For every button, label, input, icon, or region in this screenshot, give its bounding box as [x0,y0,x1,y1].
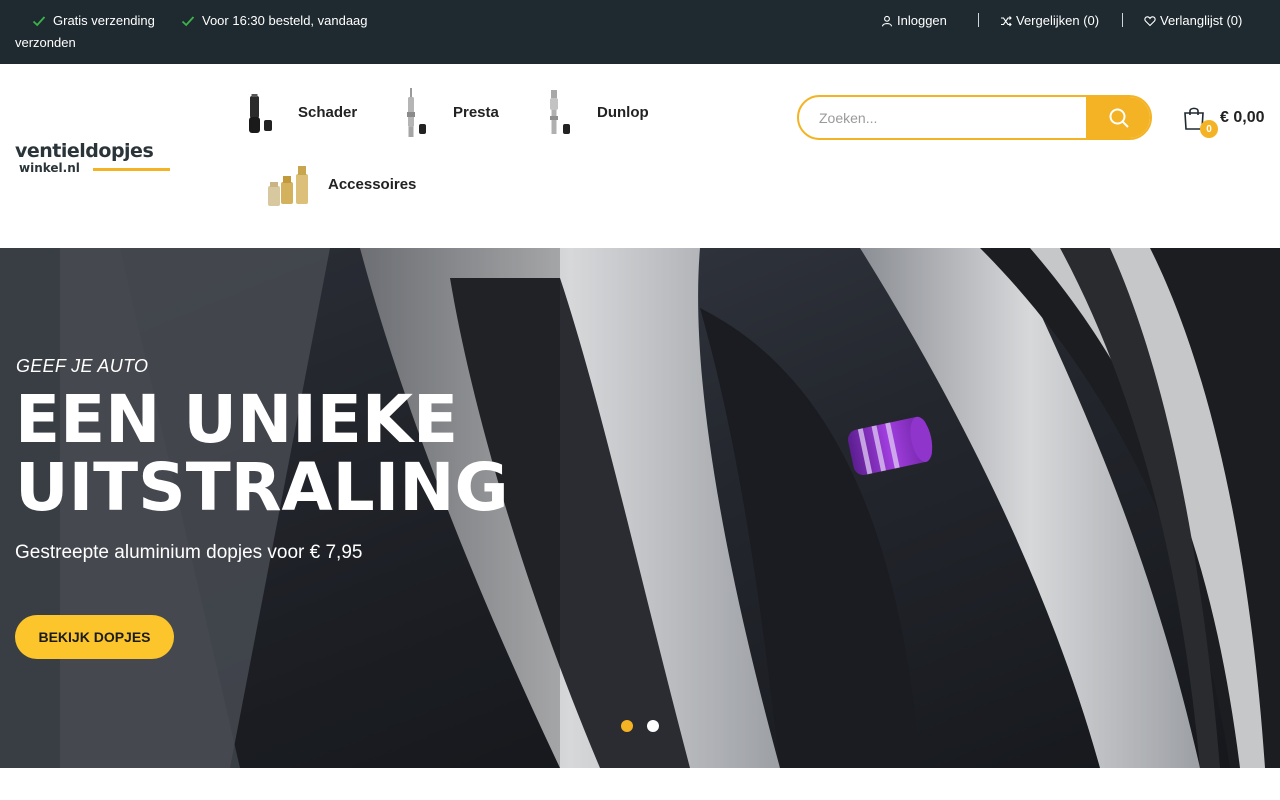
usp-shipping: Gratis verzending [32,13,155,28]
shopping-bag-icon: 0 [1182,105,1218,138]
user-icon [881,15,893,26]
search-box [797,95,1152,140]
view-caps-button[interactable]: BEKIJK DOPJES [15,615,174,659]
logo-underline [93,168,170,171]
wishlist-label: Verlanglijst (0) [1160,13,1243,28]
hero-title-line: UITSTRALING [15,449,509,526]
logo[interactable]: ventieldopjes winkel.nl [15,140,175,184]
shuffle-icon [1001,15,1012,26]
nav-item-schader[interactable]: Schader [236,84,357,140]
check-icon [181,15,195,26]
divider [1122,13,1123,27]
slider-dot-1[interactable] [621,720,633,732]
cart-total: € 0,00 [1220,109,1265,126]
divider [978,13,979,27]
cart-count-badge: 0 [1200,120,1218,138]
wishlist-link[interactable]: Verlanglijst (0) [1144,13,1242,28]
hero-slider: GEEF JE AUTO EEN UNIEKE UITSTRALING Gest… [0,248,1280,768]
heart-icon [1144,15,1156,26]
accessories-image [266,156,318,212]
login-link[interactable]: Inloggen [881,13,947,28]
nav-item-presta[interactable]: Presta [391,84,499,140]
usp-label-continued: verzonden [15,35,76,50]
usp-delivery: Voor 16:30 besteld, vandaag [181,13,368,28]
nav-item-accessoires[interactable]: Accessoires [266,156,416,212]
hero-title: EEN UNIEKE UITSTRALING [15,386,509,522]
compare-link[interactable]: Vergelijken (0) [1000,13,1099,28]
dunlop-valve-image [535,84,587,140]
site-header: ventieldopjes winkel.nl Schader Presta D… [0,64,1280,248]
hero-eyebrow: GEEF JE AUTO [16,356,149,376]
top-bar: Gratis verzending Voor 16:30 besteld, va… [0,0,1280,64]
hero-title-line: EEN UNIEKE [15,381,459,458]
search-button[interactable] [1086,97,1150,138]
schrader-valve-image [236,84,288,140]
check-icon [32,15,46,26]
nav-item-dunlop[interactable]: Dunlop [535,84,649,140]
compare-label: Vergelijken (0) [1016,13,1100,28]
usp-label: Gratis verzending [53,13,155,28]
nav-item-label: Presta [453,103,499,121]
hero-subtitle: Gestreepte aluminium dopjes voor € 7,95 [15,542,363,563]
presta-valve-image [391,84,443,140]
nav-item-label: Accessoires [328,175,417,193]
slider-dot-2[interactable] [647,720,659,732]
nav-item-label: Schader [298,103,358,121]
search-input[interactable] [799,97,1089,138]
search-icon [1109,108,1129,128]
logo-wordmark: ventieldopjes [15,140,154,162]
login-label: Inloggen [897,13,947,28]
usp-label: Voor 16:30 besteld, vandaag [202,13,368,28]
cart-button[interactable]: 0 € 0,00 [1182,104,1265,138]
nav-item-label: Dunlop [597,103,649,121]
